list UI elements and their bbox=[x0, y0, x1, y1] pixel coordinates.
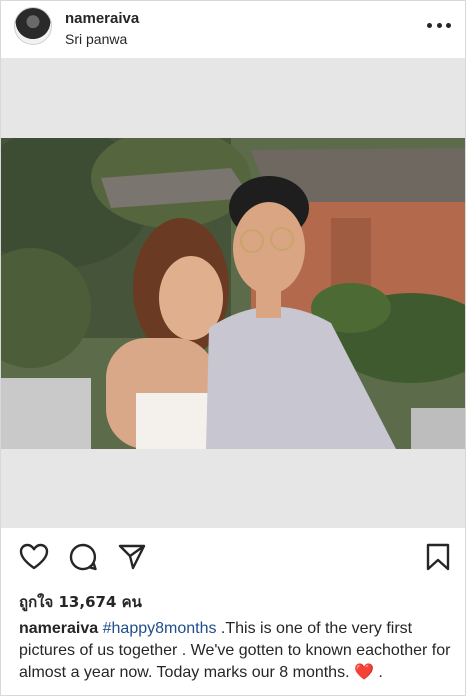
post-header: nameraiva Sri panwa bbox=[1, 1, 465, 56]
caption-trailing: . bbox=[373, 664, 383, 681]
more-options-icon[interactable] bbox=[427, 15, 451, 35]
send-icon[interactable] bbox=[117, 542, 147, 572]
post-actions bbox=[1, 536, 465, 578]
heart-emoji: ❤️ bbox=[353, 664, 374, 681]
caption-hashtag[interactable]: #happy8months bbox=[103, 620, 217, 637]
post-caption: nameraiva #happy8months .This is one of … bbox=[19, 618, 455, 684]
heart-icon[interactable] bbox=[19, 542, 49, 572]
profile-avatar[interactable] bbox=[14, 7, 52, 45]
bookmark-icon[interactable] bbox=[423, 542, 453, 572]
post-media[interactable] bbox=[1, 58, 465, 528]
more-dot bbox=[446, 22, 451, 28]
instagram-post: nameraiva Sri panwa ถูกใจ 13,674 คน name… bbox=[0, 0, 466, 696]
post-username[interactable]: nameraiva bbox=[65, 10, 139, 27]
caption-username[interactable]: nameraiva bbox=[19, 620, 98, 637]
post-location[interactable]: Sri panwa bbox=[65, 31, 127, 47]
more-dot bbox=[436, 22, 442, 28]
comment-icon[interactable] bbox=[68, 542, 98, 572]
likes-count[interactable]: ถูกใจ 13,674 คน bbox=[19, 590, 142, 614]
more-dot bbox=[427, 22, 432, 28]
post-photo[interactable] bbox=[1, 138, 465, 449]
photo-illustration bbox=[1, 138, 465, 449]
